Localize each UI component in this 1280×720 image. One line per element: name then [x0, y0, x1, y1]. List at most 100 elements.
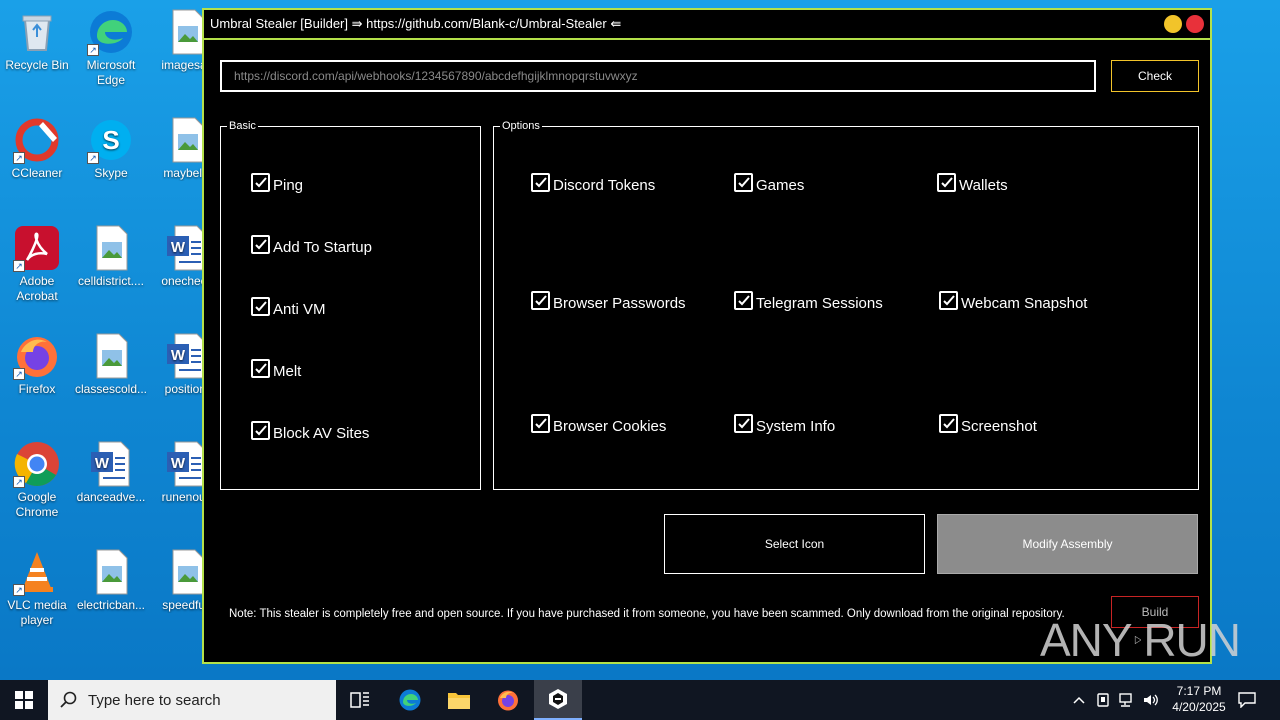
desktop-icon-vlc[interactable]: ↗ VLC media player	[0, 548, 74, 628]
checkbox-label: Telegram Sessions	[756, 295, 883, 312]
desktop-icon-google-chrome[interactable]: ↗ Google Chrome	[0, 440, 74, 520]
desktop-icon-ccleaner[interactable]: ↗ CCleaner	[0, 116, 74, 181]
search-placeholder: Type here to search	[88, 691, 221, 709]
task-view-button[interactable]	[340, 680, 380, 720]
checkbox-anti-vm[interactable]: Anti VM	[251, 297, 326, 318]
svg-text:W: W	[171, 239, 186, 256]
shortcut-arrow-icon: ↗	[13, 368, 25, 380]
desktop-icon-label: classescold...	[74, 382, 148, 396]
options-group-legend: Options	[500, 119, 542, 133]
network-icon	[1119, 693, 1132, 707]
checkbox-webcam-snapshot[interactable]: Webcam Snapshot	[939, 291, 1087, 312]
checkbox-label: Games	[756, 177, 805, 194]
checkbox-label: Screenshot	[961, 418, 1037, 435]
modify-assembly-button[interactable]: Modify Assembly	[937, 514, 1198, 574]
desktop-icon-skype[interactable]: S ↗ Skype	[74, 116, 148, 181]
checkbox-checked-icon[interactable]	[531, 291, 550, 310]
adobe-acrobat-icon: ↗	[13, 224, 61, 272]
checkbox-checked-icon[interactable]	[734, 291, 753, 310]
shortcut-arrow-icon: ↗	[87, 152, 99, 164]
desktop-icon-label: Skype	[94, 166, 128, 180]
checkbox-checked-icon[interactable]	[251, 359, 270, 378]
taskbar-file-explorer[interactable]	[439, 680, 479, 720]
desktop-icon-image-file[interactable]: celldistrict....	[74, 224, 148, 289]
desktop-icon-image-file[interactable]: classescold...	[74, 332, 148, 397]
checkbox-browser-cookies[interactable]: Browser Cookies	[531, 414, 667, 435]
checkbox-block-av-sites[interactable]: Block AV Sites	[251, 421, 370, 442]
checkbox-checked-icon[interactable]	[251, 297, 270, 316]
desktop-icon-label: Microsoft Edge	[86, 58, 136, 87]
checkbox-label: Block AV Sites	[273, 425, 370, 442]
taskbar-firefox[interactable]	[488, 680, 528, 720]
checkbox-checked-icon[interactable]	[251, 421, 270, 440]
checkbox-discord-tokens[interactable]: Discord Tokens	[531, 173, 655, 194]
desktop-icon-edge[interactable]: ↗ Microsoft Edge	[74, 8, 148, 88]
checkbox-melt[interactable]: Melt	[251, 359, 301, 380]
edge-icon: ↗	[87, 8, 135, 56]
checkbox-label: Browser Passwords	[553, 295, 686, 312]
checkbox-checked-icon[interactable]	[734, 414, 753, 433]
desktop-icon-firefox[interactable]: ↗ Firefox	[0, 332, 74, 397]
checkbox-label: Browser Cookies	[553, 418, 667, 435]
checkbox-checked-icon[interactable]	[939, 291, 958, 310]
system-clock[interactable]: 7:17 PM 4/20/2025	[1162, 683, 1236, 715]
image-file-icon	[87, 224, 135, 272]
desktop-icon-adobe-acrobat[interactable]: ↗ Adobe Acrobat	[0, 224, 74, 304]
windows-logo-icon	[15, 691, 33, 709]
taskbar-edge[interactable]	[390, 680, 430, 720]
checkbox-checked-icon[interactable]	[939, 414, 958, 433]
shortcut-arrow-icon: ↗	[13, 584, 25, 596]
minimize-button[interactable]	[1164, 15, 1182, 33]
desktop-icon-recycle-bin[interactable]: Recycle Bin	[0, 8, 74, 73]
tray-device-icon[interactable]	[1092, 680, 1114, 720]
desktop-icon-word-file[interactable]: W danceadve...	[74, 440, 148, 505]
tray-network[interactable]	[1116, 680, 1138, 720]
basic-group-legend: Basic	[227, 119, 258, 133]
checkbox-add-to-startup[interactable]: Add To Startup	[251, 235, 372, 256]
check-button[interactable]: Check	[1111, 60, 1199, 92]
window-title: Umbral Stealer [Builder] ⇛ https://githu…	[210, 16, 622, 31]
checkbox-checked-icon[interactable]	[937, 173, 956, 192]
svg-text:W: W	[171, 455, 186, 472]
checkbox-checked-icon[interactable]	[531, 414, 550, 433]
desktop-icon-image-file[interactable]: electricban...	[74, 548, 148, 613]
checkbox-system-info[interactable]: System Info	[734, 414, 836, 435]
title-bar[interactable]: Umbral Stealer [Builder] ⇛ https://githu…	[204, 10, 1210, 40]
checkbox-label: Add To Startup	[273, 239, 372, 256]
edge-icon	[399, 689, 421, 711]
desktop-icon-label: CCleaner	[11, 166, 63, 180]
start-button[interactable]	[0, 680, 48, 720]
watermark-text-left: ANY	[1040, 614, 1133, 666]
select-icon-button[interactable]: Select Icon	[664, 514, 925, 574]
checkbox-checked-icon[interactable]	[734, 173, 753, 192]
checkbox-checked-icon[interactable]	[251, 173, 270, 192]
checkbox-ping[interactable]: Ping	[251, 173, 303, 194]
checkbox-label: Wallets	[959, 177, 1008, 194]
search-icon	[60, 691, 77, 708]
basic-group: Basic Ping Add To Startup Anti VM Melt B…	[220, 119, 481, 490]
folder-icon	[448, 693, 470, 709]
firefox-icon	[498, 690, 518, 711]
checkbox-checked-icon[interactable]	[251, 235, 270, 254]
options-group: Options Discord Tokens Games Wallets Bro…	[493, 119, 1199, 490]
checkbox-telegram-sessions[interactable]: Telegram Sessions	[734, 291, 883, 312]
title-divider	[204, 38, 1210, 40]
checkbox-checked-icon[interactable]	[531, 173, 550, 192]
desktop-icon-label: Adobe Acrobat	[16, 274, 58, 303]
close-button[interactable]	[1186, 15, 1204, 33]
tray-volume[interactable]	[1140, 680, 1162, 720]
checkbox-browser-passwords[interactable]: Browser Passwords	[531, 291, 686, 312]
checkbox-label: System Info	[756, 418, 836, 435]
svg-text:W: W	[171, 347, 186, 364]
notification-icon	[1238, 692, 1256, 708]
taskbar-umbral-builder[interactable]	[534, 680, 582, 720]
webhook-url-input[interactable]	[220, 60, 1096, 92]
checkbox-games[interactable]: Games	[734, 173, 805, 194]
notifications-button[interactable]	[1236, 680, 1258, 720]
checkbox-wallets[interactable]: Wallets	[937, 173, 1008, 194]
shortcut-arrow-icon: ↗	[87, 44, 99, 56]
taskbar-search-box[interactable]: Type here to search	[48, 680, 336, 720]
show-hidden-icons-button[interactable]	[1068, 680, 1090, 720]
desktop-icon-label: Recycle Bin	[5, 58, 69, 72]
checkbox-screenshot[interactable]: Screenshot	[939, 414, 1037, 435]
